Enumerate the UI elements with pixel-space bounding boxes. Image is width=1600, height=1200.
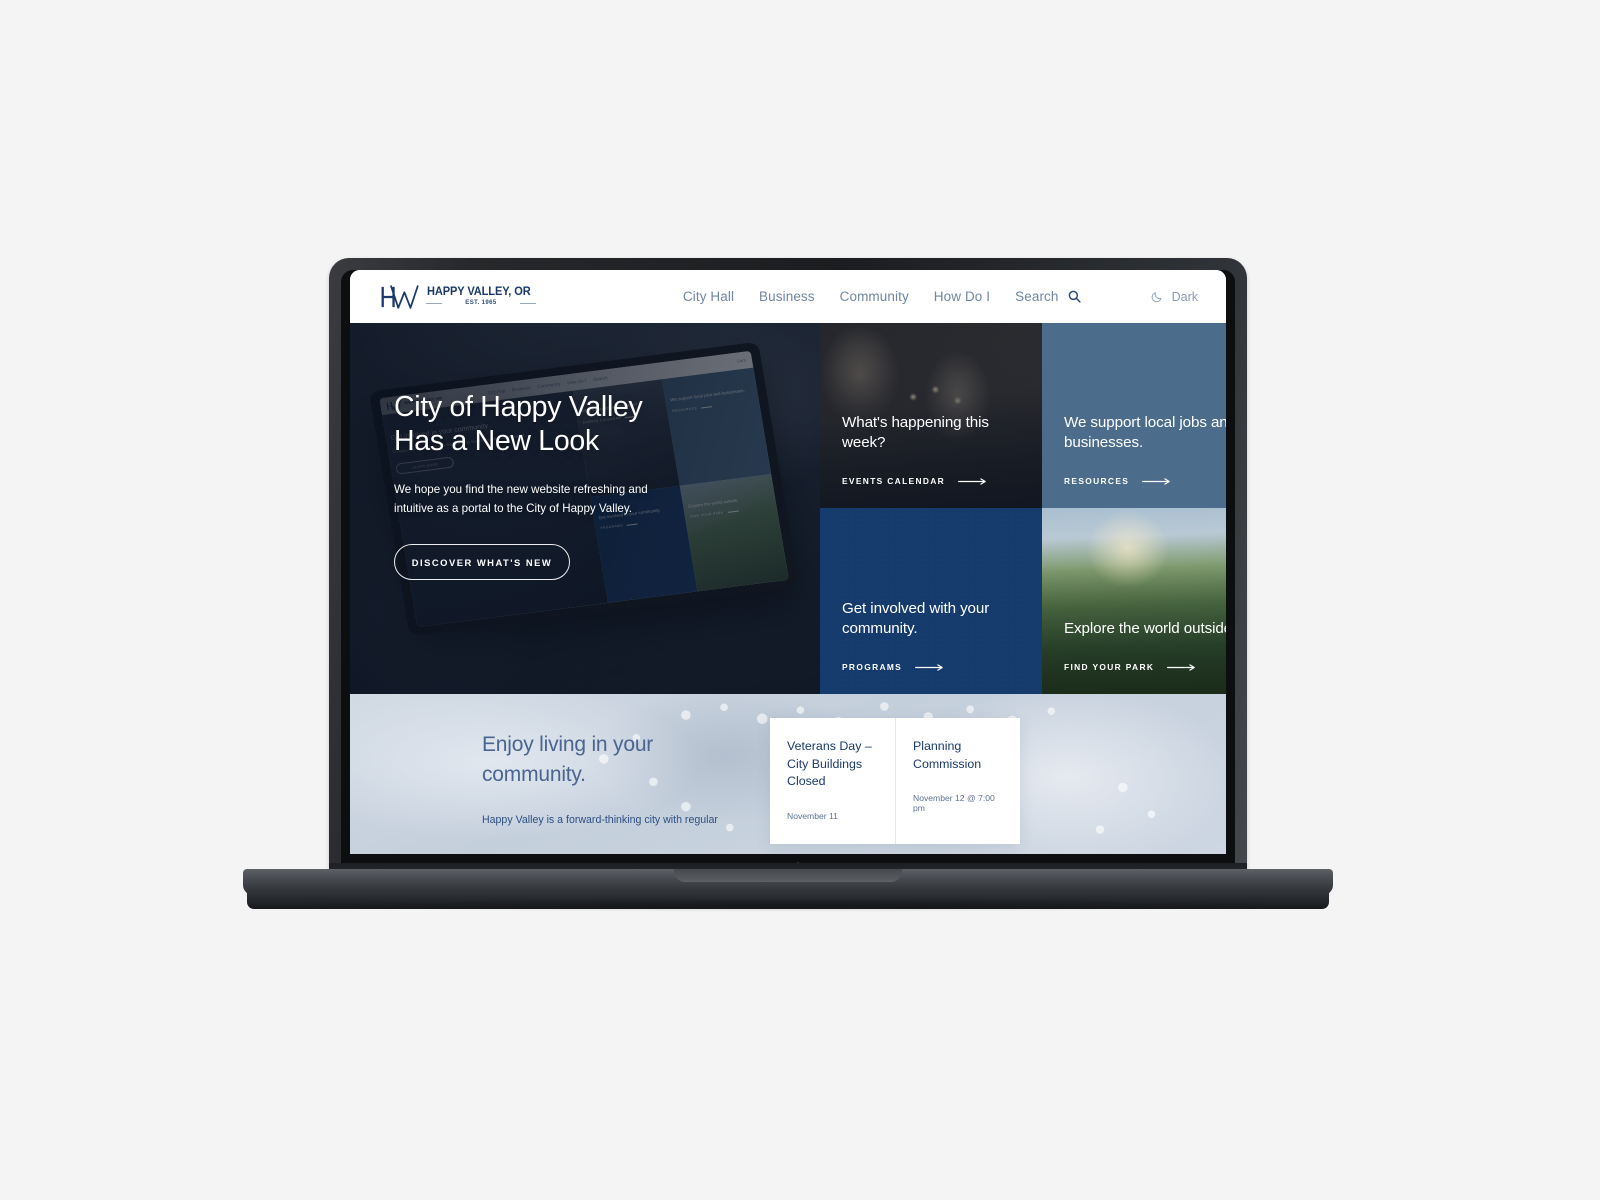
nav-item-how-do-i[interactable]: How Do I [934,289,990,304]
community-copy: Enjoy living in your community. Happy Va… [482,730,742,828]
search-button[interactable]: Search [1015,289,1081,304]
event-card-list: Veterans Day – City Buildings Closed Nov… [770,718,1020,844]
business-tile-content: We support local jobs and businesses. RE… [1042,323,1226,508]
site-header: HAPPY VALLEY, OR EST. 1965 City Hall Bus… [350,270,1226,323]
laptop-lid: HAPPY VALLEY, OR EST. 1965 City Hall Bus… [329,258,1247,881]
business-tile-title: We support local jobs and businesses. [1064,413,1226,452]
find-your-park-link[interactable]: FIND YOUR PARK [1064,662,1226,672]
search-icon [1068,290,1081,303]
events-tile-content: What's happening this week? EVENTS CALEN… [820,323,1042,508]
logo-name: HAPPY VALLEY, OR [427,285,531,298]
resources-link-label: RESOURCES [1064,476,1130,486]
programs-tile-title: Get involved with your community. [842,599,990,638]
laptop-bezel: HAPPY VALLEY, OR EST. 1965 City Hall Bus… [341,270,1235,881]
event-card-date: November 12 @ 7:00 pm [913,793,995,814]
macbook-pro-mockup: HAPPY VALLEY, OR EST. 1965 City Hall Bus… [243,258,1333,912]
parks-tile-title: Explore the world outside. [1064,620,1226,638]
community-section: Enjoy living in your community. Happy Va… [350,694,1226,854]
events-tile-title: What's happening this week? [842,413,989,452]
hero-title-line-2: Has a New Look [394,424,599,457]
programs-link-label: PROGRAMS [842,662,903,672]
event-card-title: Planning Commission [913,739,982,771]
find-your-park-link-label: FIND YOUR PARK [1064,662,1155,672]
community-body: Happy Valley is a forward-thinking city … [482,813,718,826]
dark-mode-toggle[interactable]: Dark [1151,290,1198,304]
event-card-title: Veterans Day – City Buildings Closed [787,739,872,789]
arrow-right-icon [1167,663,1196,671]
nav-item-city-hall[interactable]: City Hall [683,289,734,304]
community-title: Enjoy living in your community. [482,733,654,786]
homepage-tile-grid: HAPPY VALLEY, OR City Hall Business Comm… [350,323,1226,694]
dark-mode-label: Dark [1171,289,1198,304]
events-calendar-link-label: EVENTS CALENDAR [842,476,946,486]
laptop-shadow [273,898,1303,912]
tile-community-programs[interactable]: Get involved with your community. PROGRA… [820,508,1042,694]
hero-title-line-1: City of Happy Valley [394,391,643,423]
parks-tile-content: Explore the world outside. FIND YOUR PAR… [1042,508,1226,694]
hero-title: City of Happy Valley Has a New Look [394,391,778,459]
logo-established: EST. 1965 [426,300,536,306]
event-card[interactable]: Planning Commission November 12 @ 7:00 p… [895,718,1020,844]
moon-icon [1151,292,1162,303]
arrow-right-icon [958,477,986,485]
site-logo[interactable]: HAPPY VALLEY, OR EST. 1965 [380,284,536,310]
programs-link[interactable]: PROGRAMS [842,662,1020,672]
programs-tile-content: Get involved with your community. PROGRA… [820,508,1042,694]
resources-link[interactable]: RESOURCES [1064,476,1226,486]
hero-body: We hope you find the new website refresh… [394,482,648,515]
main-navigation: City Hall Business Community How Do I Se… [683,289,1081,304]
website-viewport: HAPPY VALLEY, OR EST. 1965 City Hall Bus… [350,270,1226,854]
search-label: Search [1015,289,1059,304]
event-card-date: November 11 [787,810,838,821]
events-calendar-link[interactable]: EVENTS CALENDAR [842,476,1020,486]
tile-events-calendar[interactable]: What's happening this week? EVENTS CALEN… [820,323,1042,508]
laptop-screen: HAPPY VALLEY, OR EST. 1965 City Hall Bus… [350,270,1226,854]
arrow-right-icon [915,663,943,671]
hero-tile[interactable]: HAPPY VALLEY, OR City Hall Business Comm… [350,323,820,694]
hero-copy: City of Happy Valley Has a New Look We h… [394,391,778,581]
event-card[interactable]: Veterans Day – City Buildings Closed Nov… [770,718,895,844]
hw-monogram-icon [381,284,419,309]
tile-business-resources[interactable]: We support local jobs and businesses. RE… [1042,323,1226,508]
logo-wordmark: HAPPY VALLEY, OR EST. 1965 [426,285,536,306]
discover-whats-new-button[interactable]: DISCOVER WHAT'S NEW [394,544,570,581]
arrow-right-icon [1142,477,1171,485]
tile-find-your-park[interactable]: Explore the world outside. FIND YOUR PAR… [1042,508,1226,694]
nav-item-business[interactable]: Business [759,289,815,304]
nav-item-community[interactable]: Community [840,289,909,304]
